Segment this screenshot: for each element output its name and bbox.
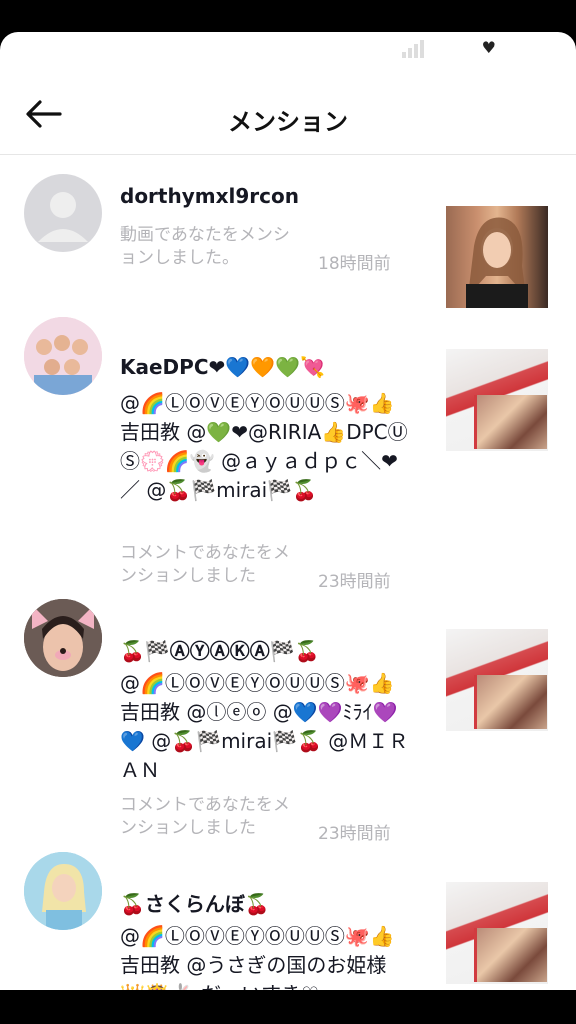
avatar[interactable] xyxy=(24,317,102,395)
mentions-sheet: ♥ メンション dorthymxl9rcon 動画であなたをメンションしました。… xyxy=(0,32,576,990)
bottom-bar xyxy=(0,990,576,1024)
avatar[interactable] xyxy=(24,599,102,677)
dog-filter-icon xyxy=(24,599,102,677)
video-thumbnail[interactable] xyxy=(446,629,548,731)
username[interactable]: 🍒🏁ⒶⓎⒶⓀⒶ🏁🍒 xyxy=(120,635,320,664)
heart-status-icon: ♥ xyxy=(481,38,496,57)
page-title: メンション xyxy=(228,108,348,136)
username[interactable]: dorthymxl9rcon xyxy=(120,184,299,208)
mention-type: コメントであなたをメンションしました xyxy=(120,795,290,838)
comment-text: @🌈ⓁⓄⓋⒺⓎⓄⓊⓊⓈ🐙👍吉田教 @ⓛⓔⓞ @💙💜ﾐﾗｲ💜💙 @🍒🏁mirai🏁… xyxy=(120,671,409,782)
blonde-girl-icon xyxy=(24,852,102,930)
header-bar: メンション xyxy=(0,80,576,155)
comment-text: @🌈ⓁⓄⓋⒺⓎⓄⓊⓊⓈ🐙👍吉田教 @💚❤@RIRIA👍DPCⓊⓈ💮🌈👻 @ａｙａ… xyxy=(120,391,408,502)
mention-type: 動画であなたをメンションしました。 xyxy=(120,225,290,268)
comment-text: @🌈ⓁⓄⓋⒺⓎⓄⓊⓊⓈ🐙👍吉田教 @うさぎの国のお姫様👑👸🐇 だーいすき♡ xyxy=(120,924,395,990)
timestamp: 18時間前 xyxy=(318,254,391,274)
avatar[interactable] xyxy=(24,174,102,252)
timestamp: 23時間前 xyxy=(318,572,391,592)
username[interactable]: 🍒さくらんぼ🍒 xyxy=(120,888,270,917)
notification-row[interactable]: 🍒さくらんぼ🍒 @🌈ⓁⓄⓋⒺⓎⓄⓊⓊⓈ🐙👍吉田教 @うさぎの国のお姫様👑👸🐇 だ… xyxy=(0,850,576,990)
notification-row[interactable]: KaeDPC❤💙🧡💚💘 @🌈ⓁⓄⓋⒺⓎⓄⓊⓊⓈ🐙👍吉田教 @💚❤@RIRIA👍D… xyxy=(0,317,576,592)
signal-icon xyxy=(402,38,426,58)
mention-type: コメントであなたをメンションしました xyxy=(120,543,290,586)
thumbnail-photo xyxy=(474,675,547,729)
notification-row[interactable]: 🍒🏁ⒶⓎⒶⓀⒶ🏁🍒 @🌈ⓁⓄⓋⒺⓎⓄⓊⓊⓈ🐙👍吉田教 @ⓛⓔⓞ @💙💜ﾐﾗｲ💜💙… xyxy=(0,597,576,844)
woman-portrait-icon xyxy=(466,217,528,308)
group-photo-icon xyxy=(24,317,102,395)
video-thumbnail[interactable] xyxy=(446,206,548,308)
video-thumbnail[interactable] xyxy=(446,349,548,451)
default-avatar-icon xyxy=(38,192,88,242)
thumbnail-photo xyxy=(474,395,547,449)
video-thumbnail[interactable] xyxy=(446,882,548,984)
timestamp: 23時間前 xyxy=(318,824,391,844)
notification-row[interactable]: dorthymxl9rcon 動画であなたをメンションしました。 18時間前 xyxy=(0,172,576,312)
username[interactable]: KaeDPC❤💙🧡💚💘 xyxy=(120,355,325,379)
avatar[interactable] xyxy=(24,852,102,930)
thumbnail-photo xyxy=(474,928,547,982)
